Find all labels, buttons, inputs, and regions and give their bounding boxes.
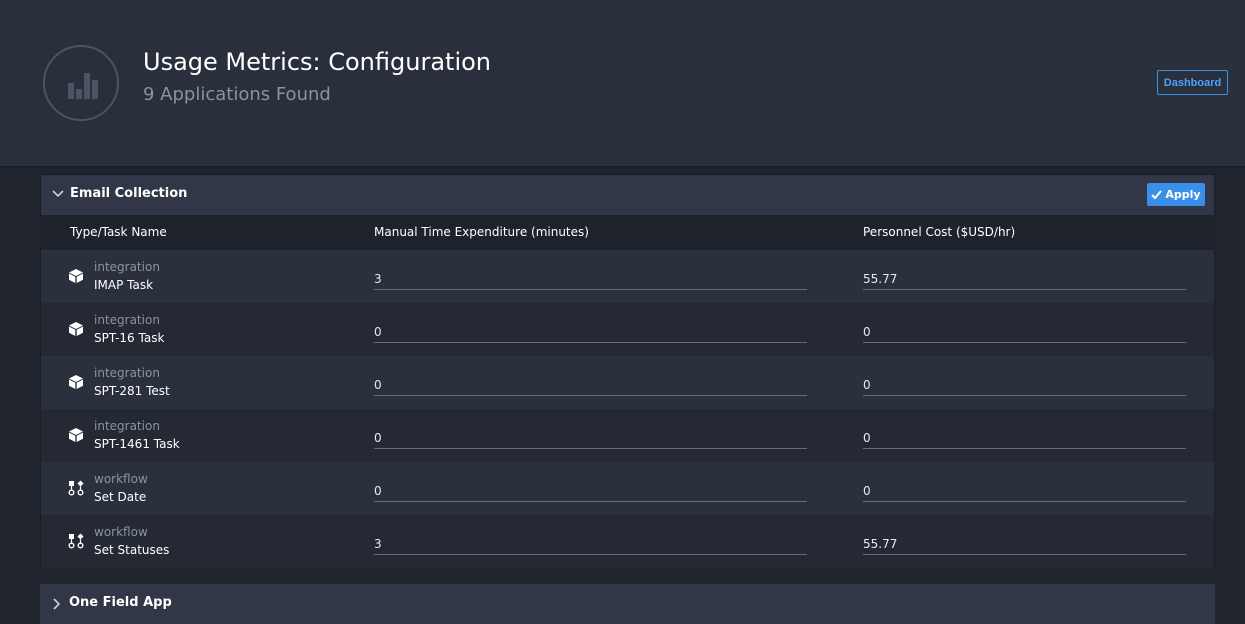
cube-icon	[68, 268, 84, 284]
page-title: Usage Metrics: Configuration	[143, 48, 491, 76]
table-row: integration SPT-16 Task 0 0	[41, 303, 1214, 356]
check-icon	[1151, 189, 1163, 199]
row-name: Set Date	[94, 490, 147, 504]
row-name: SPT-16 Task	[94, 331, 165, 345]
cost-input[interactable]: 0	[863, 325, 1186, 343]
cost-input[interactable]: 0	[863, 431, 1186, 449]
apply-label: Apply	[1165, 188, 1201, 201]
chevron-down-icon[interactable]	[51, 187, 65, 201]
col-header-cost: Personnel Cost ($USD/hr)	[863, 225, 1016, 239]
panel-title: Email Collection	[70, 186, 188, 201]
table-row: integration SPT-1461 Task 0 0	[41, 409, 1214, 462]
row-type: integration	[94, 419, 160, 433]
row-type: workflow	[94, 525, 148, 539]
cube-icon	[68, 427, 84, 443]
table-row: workflow Set Date 0 0	[41, 462, 1214, 515]
workflow-icon	[68, 480, 84, 496]
time-input[interactable]: 0	[374, 431, 807, 449]
time-input[interactable]: 0	[374, 378, 807, 396]
page-subtitle: 9 Applications Found	[143, 84, 331, 105]
row-name: SPT-1461 Task	[94, 437, 180, 451]
dashboard-button[interactable]: Dashboard	[1157, 70, 1228, 95]
panel-header[interactable]: Email Collection Apply	[41, 175, 1214, 215]
col-header-time: Manual Time Expenditure (minutes)	[374, 225, 589, 239]
workflow-icon	[68, 533, 84, 549]
row-name: SPT-281 Test	[94, 384, 170, 398]
row-type: integration	[94, 313, 160, 327]
row-type: workflow	[94, 472, 148, 486]
time-input[interactable]: 0	[374, 484, 807, 502]
row-name: IMAP Task	[94, 278, 154, 292]
email-collection-panel: Email Collection Apply Type/Task Name Ma…	[40, 174, 1215, 568]
page-header: Usage Metrics: Configuration 9 Applicati…	[0, 0, 1245, 167]
cube-icon	[68, 321, 84, 337]
cost-input[interactable]: 0	[863, 484, 1186, 502]
time-input[interactable]: 3	[374, 272, 807, 290]
table-row: integration IMAP Task 3 55.77	[41, 250, 1214, 303]
table-header: Type/Task Name Manual Time Expenditure (…	[41, 215, 1214, 250]
cost-input[interactable]: 55.77	[863, 537, 1186, 555]
row-type: integration	[94, 260, 160, 274]
cost-input[interactable]: 55.77	[863, 272, 1186, 290]
bar-chart-icon	[43, 45, 119, 121]
chevron-right-icon[interactable]	[50, 597, 64, 611]
cube-icon	[68, 374, 84, 390]
table-row: integration SPT-281 Test 0 0	[41, 356, 1214, 409]
time-input[interactable]: 3	[374, 537, 807, 555]
cost-input[interactable]: 0	[863, 378, 1186, 396]
panel2-title: One Field App	[69, 595, 172, 610]
apply-button[interactable]: Apply	[1147, 183, 1205, 206]
col-header-name: Type/Task Name	[70, 225, 167, 239]
one-field-app-panel[interactable]: One Field App	[40, 584, 1215, 624]
time-input[interactable]: 0	[374, 325, 807, 343]
row-name: Set Statuses	[94, 543, 170, 557]
row-type: integration	[94, 366, 160, 380]
table-row: workflow Set Statuses 3 55.77	[41, 515, 1214, 568]
